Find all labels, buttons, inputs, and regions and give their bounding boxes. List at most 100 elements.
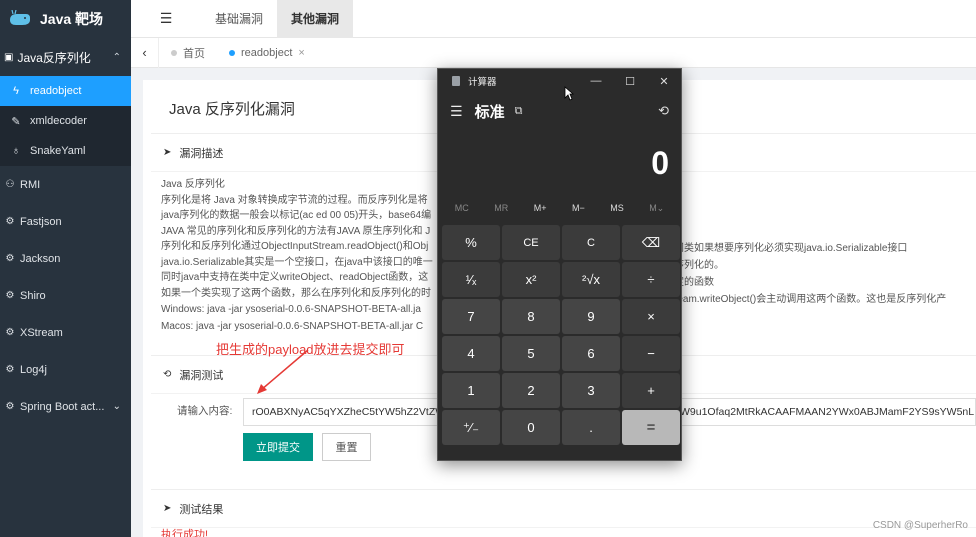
reset-button[interactable]: 重置 [322,433,371,461]
digit-3-key[interactable]: 3 [562,373,620,408]
reciprocal-key[interactable]: ¹⁄ₓ [442,262,500,297]
description-text: Java 反序列化 序列化是将 Java 对象转换成字节流的过程。而反序列化是将… [161,177,433,334]
top-header: ☰ 基础漏洞 其他漏洞 [131,0,976,38]
minus-key[interactable]: − [622,336,680,371]
page-tab-label: 首页 [183,47,205,60]
calc-title: 计算器 [468,77,497,88]
equals-key[interactable]: = [622,410,680,445]
sidebar-item-log4j[interactable]: ⚙ Log4j [0,351,131,388]
result-text: 执行成功! [161,529,209,537]
square-key[interactable]: x² [502,262,560,297]
negate-key[interactable]: ⁺⁄₋ [442,410,500,445]
digit-2-key[interactable]: 2 [502,373,560,408]
sidebar-item-rmi[interactable]: ⚇ RMI [0,166,131,203]
card-heading: 漏洞描述 [179,147,224,160]
minimize-icon[interactable]: — [579,69,613,93]
tab-basic-vulns[interactable]: 基础漏洞 [201,0,277,38]
calc-titlebar[interactable]: 计算器 — ☐ ✕ [438,69,681,93]
memory-row: MC MR M+ M− MS M⌄ [438,197,681,219]
desc-fragment: ream.writeObject()会主动调用这两个函数。这也是反序列化产 [674,294,947,305]
sidebar-item-label: Spring Boot act... [20,400,105,413]
cube-icon: ▣ [4,51,14,63]
mem-clear-button[interactable]: MC [455,203,469,213]
sidebar-item-readobject[interactable]: ϟ readobject [0,76,131,106]
digit-4-key[interactable]: 4 [442,336,500,371]
sidebar-item-jackson[interactable]: ⚙ Jackson [0,240,131,277]
close-icon[interactable]: ✕ [647,69,681,93]
close-icon[interactable]: × [298,47,304,59]
gear-icon: ⚙ [5,290,15,301]
app-title: Java 靶场 [40,11,104,27]
history-icon[interactable]: ⟲ [658,103,669,119]
desc-line: 如果一个类实现了这两个函数，那么在序列化和反序列化的时 [161,287,431,299]
chevron-left-icon[interactable]: ‹ [131,37,159,68]
sidebar-item-spring-boot[interactable]: ⚙ Spring Boot act... ⌄ [0,388,131,425]
page-tab-readobject[interactable]: readobject × [217,47,317,59]
calc-display: 0 [651,145,669,181]
percent-key[interactable]: % [442,225,500,260]
sidebar-item-label: SnakeYaml [30,145,86,157]
sidebar-item-snakeyaml[interactable]: ♁ SnakeYaml [0,136,131,166]
calc-header: ☰ 标准 ⧉ ⟲ [438,93,681,129]
sqrt-key[interactable]: ²√x [562,262,620,297]
sidebar-item-label: Log4j [20,363,47,376]
sidebar-item-shiro[interactable]: ⚙ Shiro [0,277,131,314]
backspace-key[interactable]: ⌫ [622,225,680,260]
maximize-icon[interactable]: ☐ [613,69,647,93]
calculator-app-icon [452,76,460,86]
wrench-icon: ✎ [11,115,21,128]
page-tab-label: readobject [241,46,293,59]
sidebar-item-label: Fastjson [20,215,62,228]
tab-dot [229,49,235,56]
bulb-icon: ♁ [11,145,21,157]
desc-line: JAVA 常见的序列化和反序列化的方法有JAVA 原生序列化和 J [161,225,431,237]
mem-store-button[interactable]: MS [610,203,624,213]
mem-recall-button[interactable]: MR [494,203,508,213]
keep-on-top-icon[interactable]: ⧉ [515,105,523,118]
chevron-down-icon: ⌄ [112,401,121,412]
paper-plane-icon: ➤ [163,147,172,158]
watermark: CSDN @SuperherRo [872,520,968,531]
hamburger-menu-icon[interactable]: ☰ [450,103,463,120]
sidebar-group-java-deserialization[interactable]: ▣ Java反序列化 ⌃ [0,38,131,76]
gear-icon: ⚙ [5,401,15,412]
tab-other-vulns[interactable]: 其他漏洞 [277,0,354,38]
decimal-key[interactable]: . [562,410,620,445]
mem-list-button[interactable]: M⌄ [649,203,664,214]
digit-8-key[interactable]: 8 [502,299,560,334]
sidebar-item-xstream[interactable]: ⚙ XStream [0,314,131,351]
sidebar-item-xmldecoder[interactable]: ✎ xmldecoder [0,106,131,136]
c-key[interactable]: C [562,225,620,260]
digit-0-key[interactable]: 0 [502,410,560,445]
mem-add-button[interactable]: M+ [534,203,547,213]
desc-line: 同时java中支持在类中定义writeObject、readObject函数，这 [161,272,429,283]
sidebar-item-label: xmldecoder [30,115,87,127]
sidebar-item-fastjson[interactable]: ⚙ Fastjson [0,203,131,240]
result-card: ➤ 测试结果 [151,489,976,537]
menu-toggle-icon[interactable]: ☰ [131,10,201,27]
plus-key[interactable]: + [622,373,680,408]
desc-line: 序列化是将 Java 对象转换成字节流的过程。而反序列化是将 [161,194,428,206]
mem-subtract-button[interactable]: M− [572,203,585,213]
sidebar-item-label: Jackson [20,252,61,265]
multiply-key[interactable]: × [622,299,680,334]
page-tab-home[interactable]: 首页 [159,45,217,61]
page-title: Java 反序列化漏洞 [169,101,295,118]
digit-5-key[interactable]: 5 [502,336,560,371]
sidebar-item-label: RMI [20,178,41,191]
gear-icon: ⚙ [5,216,15,227]
digit-1-key[interactable]: 1 [442,373,500,408]
mouse-cursor-icon [564,86,574,101]
chevron-up-icon: ⌃ [112,51,121,63]
divide-key[interactable]: ÷ [622,262,680,297]
calculator-window[interactable]: 计算器 — ☐ ✕ ☰ 标准 ⧉ ⟲ 0 MC MR M+ M− MS M⌄ %… [437,68,682,461]
input-value: rO0ABXNyAC5qYXZheC5tYW5hZ2VtZW [252,406,446,418]
refresh-icon: ⟲ [163,369,172,380]
digit-7-key[interactable]: 7 [442,299,500,334]
sidebar: Java 靶场 ▣ Java反序列化 ⌃ ϟ readobject ✎ xmld… [0,0,131,537]
ce-key[interactable]: CE [502,225,560,260]
digit-6-key[interactable]: 6 [562,336,620,371]
app-logo[interactable]: Java 靶场 [0,0,131,38]
digit-9-key[interactable]: 9 [562,299,620,334]
submit-button[interactable]: 立即提交 [243,433,313,461]
